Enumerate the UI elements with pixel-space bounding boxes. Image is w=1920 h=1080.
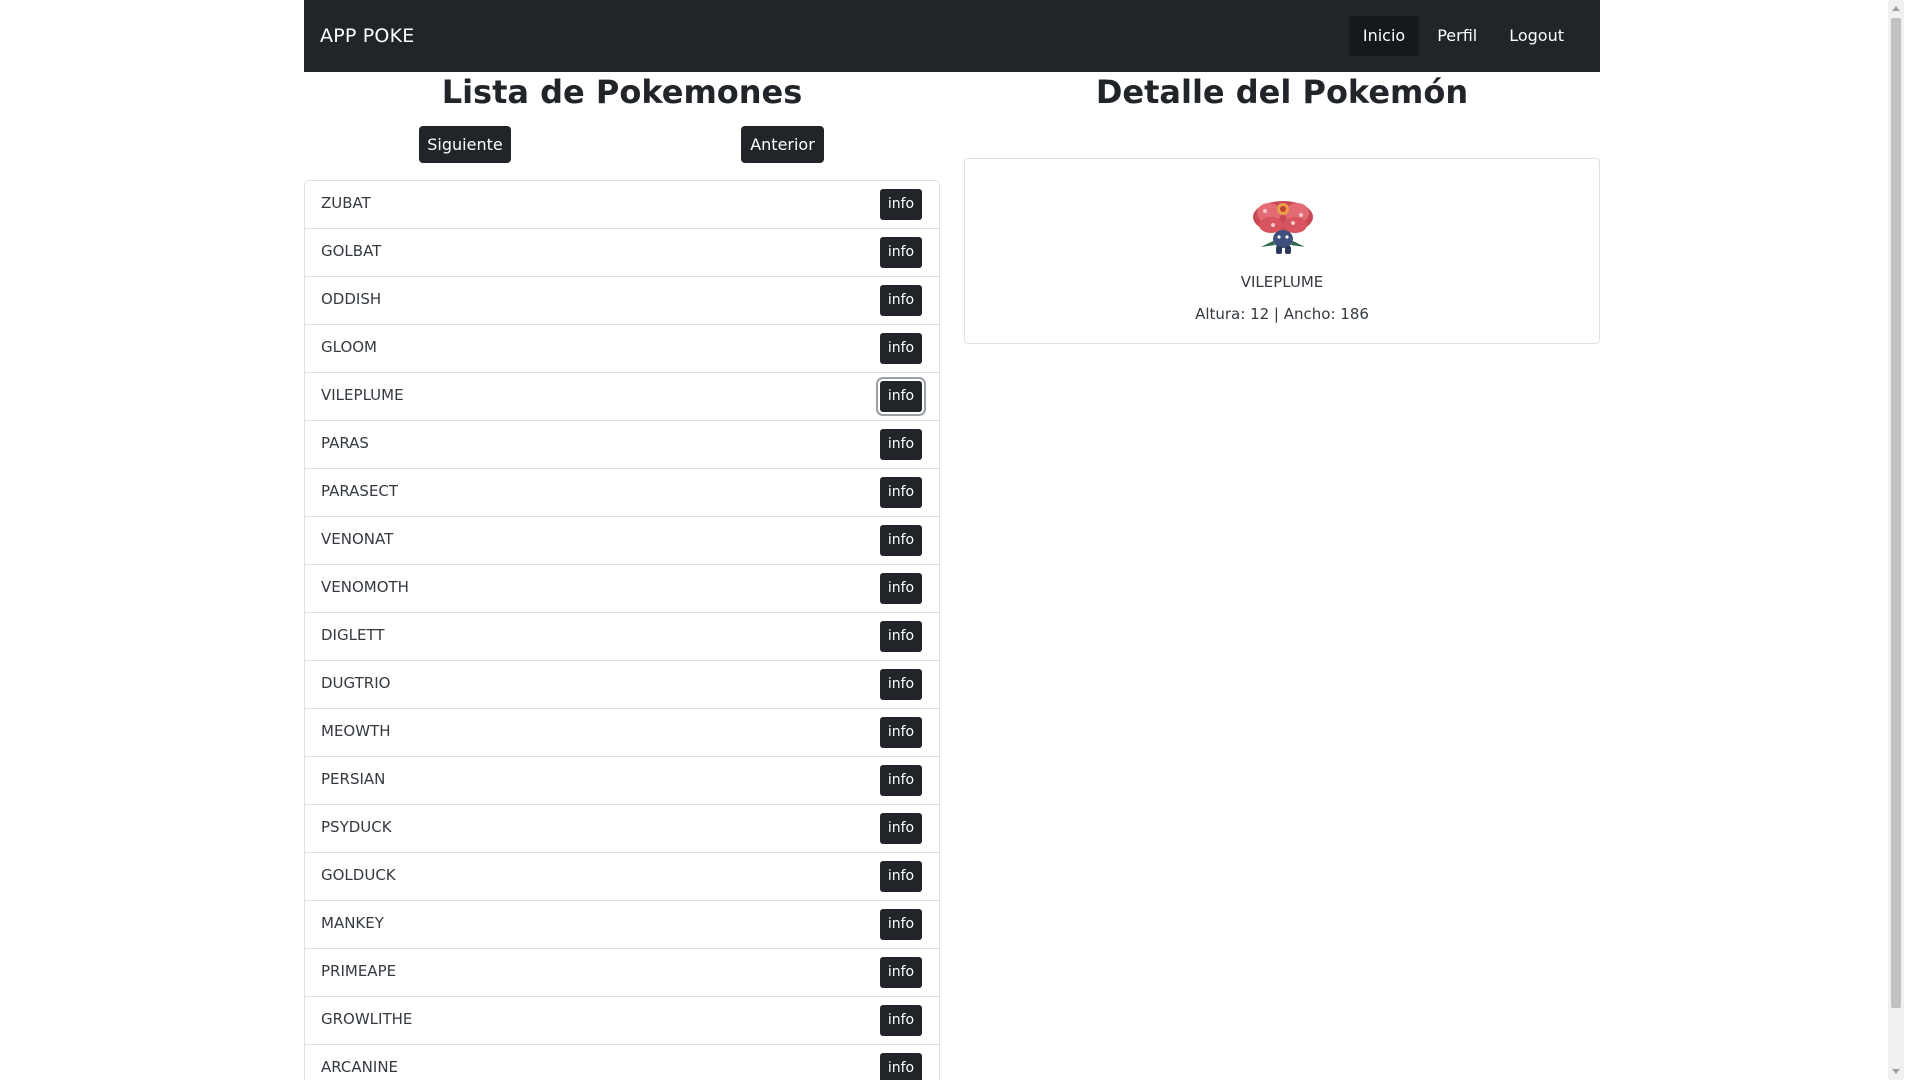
next-page-button[interactable]: Siguiente	[419, 126, 511, 163]
scroll-thumb[interactable]	[1891, 18, 1901, 1008]
brand-logo-text[interactable]: APP POKE	[320, 24, 414, 48]
pokemon-list-name: VILEPLUME	[321, 386, 404, 404]
pokemon-list-name: GOLBAT	[321, 242, 382, 260]
info-button[interactable]: info	[880, 1053, 922, 1080]
pokemon-list-name: GOLDUCK	[321, 866, 396, 884]
info-button[interactable]: info	[880, 237, 922, 268]
list-item: PARAS info	[305, 421, 939, 469]
info-button[interactable]: info	[880, 285, 922, 316]
list-item: DIGLETT info	[305, 613, 939, 661]
info-button[interactable]: info	[880, 477, 922, 508]
info-button[interactable]: info	[880, 429, 922, 460]
pokemon-list-name: MANKEY	[321, 914, 384, 932]
list-item: PARASECT info	[305, 469, 939, 517]
info-button[interactable]: info	[880, 1005, 922, 1036]
list-item: PSYDUCK info	[305, 805, 939, 853]
pokemon-list: ZUBAT info GOLBAT info ODDISH info GLOOM info VI…	[304, 180, 940, 1080]
list-item: ZUBAT info	[305, 181, 939, 229]
page-scrollbar[interactable]	[1888, 0, 1904, 1080]
pokemon-list-name: GROWLITHE	[321, 1010, 413, 1028]
list-item: MEOWTH info	[305, 709, 939, 757]
info-button[interactable]: info	[880, 381, 922, 412]
info-button[interactable]: info	[880, 621, 922, 652]
pokemon-list-name: ARCANINE	[321, 1058, 399, 1076]
pokemon-list-name: PRIMEAPE	[321, 962, 397, 980]
nav-link-inicio[interactable]: Inicio	[1348, 16, 1420, 56]
info-button[interactable]: info	[880, 189, 922, 220]
info-button[interactable]: info	[880, 813, 922, 844]
info-button[interactable]: info	[880, 573, 922, 604]
previous-page-button[interactable]: Anterior	[741, 126, 824, 163]
nav-links: Inicio Perfil Logout	[1348, 16, 1578, 56]
info-button[interactable]: info	[880, 957, 922, 988]
top-navbar: APP POKE Inicio Perfil Logout	[304, 0, 1600, 72]
pokemon-list-name: PARASECT	[321, 482, 399, 500]
pokemon-detail-card: VILEPLUME Altura: 12 | Ancho: 186	[964, 158, 1600, 344]
scroll-down-arrow-icon[interactable]	[1892, 1069, 1900, 1074]
pokemon-list-name: ODDISH	[321, 290, 382, 308]
list-item: VENOMOTH info	[305, 565, 939, 613]
list-item: PERSIAN info	[305, 757, 939, 805]
pokemon-list-name: PARAS	[321, 434, 369, 452]
pokemon-list-name: GLOOM	[321, 338, 378, 356]
info-button[interactable]: info	[880, 525, 922, 556]
detail-title: Detalle del Pokemón	[1095, 73, 1469, 111]
pokemon-list-name: PSYDUCK	[321, 818, 392, 836]
info-button[interactable]: info	[880, 861, 922, 892]
list-item: VILEPLUME info	[305, 373, 939, 421]
scroll-up-arrow-icon[interactable]	[1892, 6, 1900, 11]
page: APP POKE Inicio Perfil Logout Lista de P…	[0, 0, 1904, 1080]
info-button[interactable]: info	[880, 669, 922, 700]
pokemon-stats: Altura: 12 | Ancho: 186	[1195, 305, 1369, 323]
info-button[interactable]: info	[880, 333, 922, 364]
pokemon-list-name: DUGTRIO	[321, 674, 391, 692]
vileplume-sprite-icon	[1253, 201, 1313, 254]
list-title: Lista de Pokemones	[441, 73, 803, 111]
pokemon-list-name: DIGLETT	[321, 626, 385, 644]
list-item: VENONAT info	[305, 517, 939, 565]
nav-link-perfil[interactable]: Perfil	[1423, 16, 1491, 56]
pokemon-list-name: VENOMOTH	[321, 578, 409, 596]
info-button[interactable]: info	[880, 765, 922, 796]
nav-link-logout[interactable]: Logout	[1495, 16, 1578, 56]
list-item: ODDISH info	[305, 277, 939, 325]
pokemon-list-name: PERSIAN	[321, 770, 386, 788]
list-item: GOLBAT info	[305, 229, 939, 277]
list-item: GOLDUCK info	[305, 853, 939, 901]
info-button[interactable]: info	[880, 717, 922, 748]
info-button[interactable]: info	[880, 909, 922, 940]
pokemon-list-name: MEOWTH	[321, 722, 391, 740]
pokemon-name: VILEPLUME	[1240, 273, 1324, 291]
pokemon-list-name: ZUBAT	[321, 194, 371, 212]
list-item: ARCANINE info	[305, 1045, 939, 1080]
list-item: DUGTRIO info	[305, 661, 939, 709]
pokemon-list-name: VENONAT	[321, 530, 394, 548]
list-item: GLOOM info	[305, 325, 939, 373]
list-item: GROWLITHE info	[305, 997, 939, 1045]
list-item: PRIMEAPE info	[305, 949, 939, 997]
list-item: MANKEY info	[305, 901, 939, 949]
